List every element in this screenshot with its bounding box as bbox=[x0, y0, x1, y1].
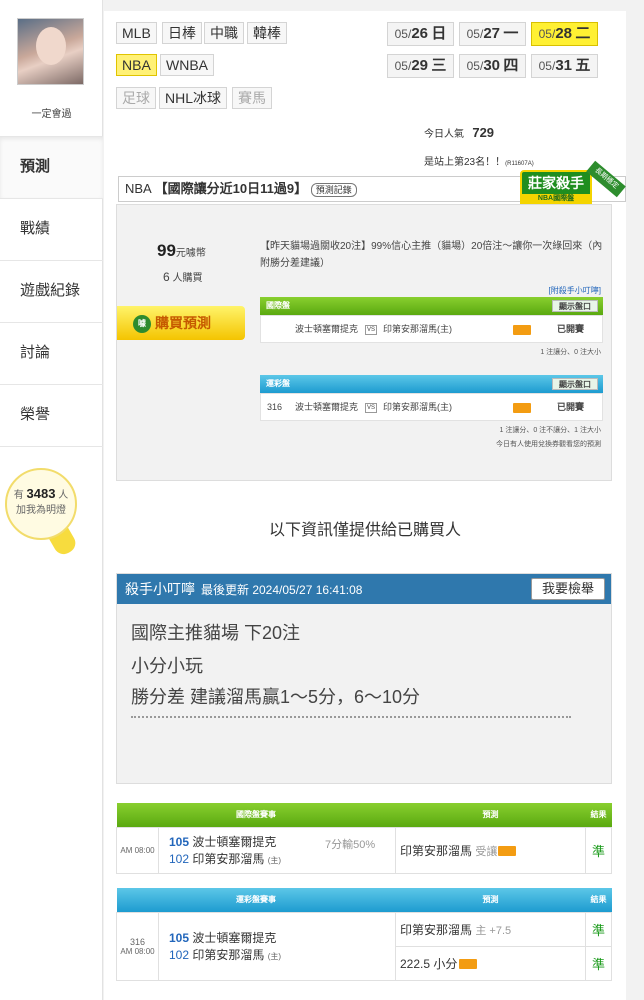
date-0527[interactable]: 05/27 一 bbox=[459, 22, 526, 46]
sidebar-item-discussion[interactable]: 討論 bbox=[0, 322, 103, 384]
result-mark: 準 bbox=[585, 911, 612, 947]
league-wnba[interactable]: WNBA bbox=[160, 54, 214, 76]
vs-icon: VS bbox=[365, 403, 378, 413]
lamp-count: 3483 bbox=[26, 486, 56, 501]
date-0529[interactable]: 05/29 三 bbox=[387, 54, 454, 78]
coupon-note: 今日有人使用兌換券觀看您的預測 bbox=[496, 441, 601, 448]
user-name: 一定會過 bbox=[31, 109, 72, 120]
league-npb[interactable]: 日棒 bbox=[162, 22, 202, 44]
title-league: NBA bbox=[125, 181, 152, 196]
lamp-label: 加我為明燈 bbox=[16, 505, 66, 516]
intl-results-table: 國際盤賽事 預測 結果 AM 08:00 105 波士頓塞爾提克 102 印第安那溜… bbox=[116, 803, 612, 874]
popularity: 今日人氣 729 bbox=[424, 125, 495, 140]
league-nba[interactable]: NBA bbox=[116, 54, 157, 76]
sidebar-item-record[interactable]: 戰績 bbox=[0, 198, 103, 260]
price: 99元噱幣 bbox=[157, 241, 206, 260]
league-mlb[interactable]: MLB bbox=[116, 22, 157, 44]
sport-results-table: 運彩盤賽事 預測 結果 316 AM 08:00 105 波士頓塞爾提克 102 印第… bbox=[116, 888, 612, 981]
table-row: 316 AM 08:00 105 波士頓塞爾提克 102 印第安那溜馬 (主) 印… bbox=[116, 911, 612, 981]
tips-link[interactable]: [附殺手小叮嚀] bbox=[549, 285, 601, 296]
buy-prediction-button[interactable]: 噱購買預測 bbox=[117, 306, 245, 340]
tip-line: 小分小玩 bbox=[131, 656, 203, 676]
league-cpbl[interactable]: 中職 bbox=[204, 22, 244, 44]
lamp-suffix: 人 bbox=[58, 490, 69, 501]
league-soccer[interactable]: 足球 bbox=[116, 87, 156, 109]
sport-pick-row: 316 波士頓塞爾提克 VS 印第安那溜馬(主) 已開賽 bbox=[260, 393, 603, 421]
buyers-only-notice: 以下資訊僅提供給已購買人 bbox=[268, 522, 461, 539]
sport-pick-table: 運彩盤 顯示盤口 316 波士頓塞爾提克 VS 印第安那溜馬(主) 已開賽 1 注… bbox=[260, 375, 603, 453]
pick-chip-icon bbox=[459, 958, 478, 969]
pick-chip-icon bbox=[513, 325, 531, 335]
tip-line: 勝分差 建議溜馬贏1～5分，6～10分 bbox=[131, 687, 421, 707]
vs-icon: VS bbox=[365, 325, 378, 335]
date-0530[interactable]: 05/30 四 bbox=[459, 54, 526, 78]
popularity-rank: 是站上第23名！！(R11607A) bbox=[424, 157, 534, 168]
pick-chip-icon bbox=[513, 403, 531, 413]
lamp-prefix: 有 bbox=[13, 490, 24, 501]
show-odds-button[interactable]: 顯示盤口 bbox=[552, 378, 598, 390]
purchase-panel: 99元噱幣 6 人購買 噱購買預測 【昨天貓場過關收20注】99%信心主推（貓場… bbox=[116, 204, 612, 481]
sidebar: 一定會過 預測 戰績 遊戲紀錄 討論 榮譽 有 3483 人 加我為明燈 bbox=[0, 0, 103, 1000]
record-button[interactable]: 預測記錄 bbox=[310, 182, 357, 197]
sport-note: 1 注讓分、0 注不讓分、1 注大小 bbox=[499, 427, 601, 434]
date-0526[interactable]: 05/26 日 bbox=[387, 22, 454, 46]
intl-pick-row: 波士頓塞爾提克 VS 印第安那溜馬(主) 已開賽 bbox=[260, 315, 603, 343]
sport-header: 運彩盤 顯示盤口 bbox=[260, 375, 603, 393]
tips-header: 殺手小叮嚀 最後更新 2024/05/27 16:41:08 我要檢舉 bbox=[117, 574, 611, 604]
buyers: 6 人購買 bbox=[163, 270, 203, 284]
date-0528[interactable]: 05/28 二 bbox=[531, 22, 598, 46]
title-headline: 【國際讓分近10日11過9】 bbox=[154, 181, 308, 196]
date-0531[interactable]: 05/31 五 bbox=[531, 54, 598, 78]
pick-description: 【昨天貓場過關收20注】99%信心主推（貓場）20倍注～讓你一次綠回來（內附勝分… bbox=[260, 241, 603, 269]
killer-tips: 殺手小叮嚀 最後更新 2024/05/27 16:41:08 我要檢舉 國際主推貓… bbox=[116, 573, 612, 784]
league-horse-racing[interactable]: 賽馬 bbox=[232, 87, 272, 109]
intl-header: 國際盤 顯示盤口 bbox=[260, 297, 603, 315]
tip-line: 國際主推貓場 下20注 bbox=[131, 623, 301, 643]
report-button[interactable]: 我要檢舉 bbox=[531, 578, 605, 600]
pick-chip-icon bbox=[498, 845, 517, 856]
sidebar-item-game-history[interactable]: 遊戲紀錄 bbox=[0, 260, 103, 322]
sidebar-item-honors[interactable]: 榮譽 bbox=[0, 384, 103, 446]
result-mark: 準 bbox=[585, 945, 612, 981]
league-nhl[interactable]: NHL冰球 bbox=[159, 87, 228, 109]
sidebar-item-predictions[interactable]: 預測 bbox=[0, 136, 103, 198]
intl-note: 1 注讓分、0 注大小 bbox=[540, 349, 601, 356]
league-kbo[interactable]: 韓棒 bbox=[247, 22, 287, 44]
sidebar-divider bbox=[0, 446, 103, 447]
coin-icon: 噱 bbox=[133, 315, 151, 334]
dotted-divider bbox=[131, 716, 571, 718]
result-mark: 準 bbox=[585, 826, 612, 874]
follow-lamp[interactable]: 有 3483 人 加我為明燈 bbox=[5, 468, 77, 540]
intl-pick-table: 國際盤 顯示盤口 波士頓塞爾提克 VS 印第安那溜馬(主) 已開賽 1 注讓分、0… bbox=[260, 297, 603, 361]
show-odds-button[interactable]: 顯示盤口 bbox=[552, 300, 598, 312]
table-row: AM 08:00 105 波士頓塞爾提克 102 印第安那溜馬 (主) 7分輸5… bbox=[116, 826, 612, 874]
avatar[interactable] bbox=[17, 18, 84, 85]
